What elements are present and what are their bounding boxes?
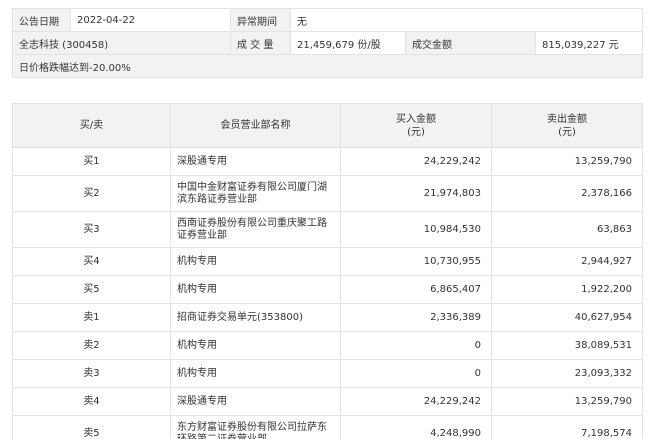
row-sell-amount: 2,944,927 [491,247,643,276]
table-row: 卖1 招商证券交易单元(353800) 2,336,389 40,627,954 [12,303,643,332]
date-label: 公告日期 [12,8,71,32]
row-side: 卖5 [12,415,171,439]
header-buy: 买入金额 (元) [340,103,492,148]
row-side: 买2 [12,175,171,212]
date-value: 2022-04-22 [70,8,231,32]
row-sell-amount: 38,089,531 [491,331,643,360]
row-broker-name: 深股通专用 [170,147,341,176]
header-buy-unit: (元) [407,126,425,138]
row-side: 买1 [12,147,171,176]
row-broker-name: 机构专用 [170,331,341,360]
row-sell-amount: 40,627,954 [491,303,643,332]
table-row: 买5 机构专用 6,865,407 1,922,200 [12,275,643,304]
table-row: 卖2 机构专用 0 38,089,531 [12,331,643,360]
header-sell: 卖出金额 (元) [491,103,643,148]
row-side: 卖3 [12,359,171,388]
announcement-info-table: 公告日期 2022-04-22 异常期间 无 全志科技 (300458) 成 交… [11,8,644,78]
row-side: 买5 [12,275,171,304]
header-name: 会员营业部名称 [170,103,341,148]
row-side: 卖1 [12,303,171,332]
row-broker-name: 机构专用 [170,247,341,276]
row-buy-amount: 24,229,242 [340,387,492,416]
table-row: 买2 中国中金财富证券有限公司厦门湖滨东路证券营业部 21,974,803 2,… [12,175,643,212]
row-broker-name: 机构专用 [170,275,341,304]
row-buy-amount: 2,336,389 [340,303,492,332]
table-header-row: 买/卖 会员营业部名称 买入金额 (元) 卖出金额 (元) [12,103,643,148]
amount-label: 成交金额 [405,31,536,55]
row-sell-amount: 13,259,790 [491,147,643,176]
header-sell-unit: (元) [558,126,576,138]
info-row-stock: 全志科技 (300458) 成 交 量 21,459,679 份/股 成交金额 … [12,31,644,55]
table-row: 买4 机构专用 10,730,955 2,944,927 [12,247,643,276]
table-row: 卖4 深股通专用 24,229,242 13,259,790 [12,387,643,416]
row-buy-amount: 10,984,530 [340,211,492,248]
period-label: 异常期间 [230,8,291,32]
table-row: 卖3 机构专用 0 23,093,332 [12,359,643,388]
row-buy-amount: 24,229,242 [340,147,492,176]
row-broker-name: 机构专用 [170,359,341,388]
row-side: 买3 [12,211,171,248]
row-sell-amount: 23,093,332 [491,359,643,388]
row-buy-amount: 4,248,990 [340,415,492,439]
stock-name: 全志科技 (300458) [12,31,231,55]
row-buy-amount: 0 [340,331,492,360]
header-buy-title: 买入金额 [396,113,436,125]
row-buy-amount: 10,730,955 [340,247,492,276]
row-sell-amount: 13,259,790 [491,387,643,416]
header-side: 买/卖 [12,103,171,148]
amount-value: 815,039,227 元 [534,31,644,55]
row-broker-name: 深股通专用 [170,387,341,416]
row-side: 卖2 [12,331,171,360]
row-broker-name: 招商证券交易单元(353800) [170,303,341,332]
table-row: 买1 深股通专用 24,229,242 13,259,790 [12,147,643,176]
row-buy-amount: 0 [340,359,492,388]
row-broker-name: 中国中金财富证券有限公司厦门湖滨东路证券营业部 [170,175,341,212]
row-side: 买4 [12,247,171,276]
row-broker-name: 东方财富证券股份有限公司拉萨东环路第二证券营业部 [170,415,341,439]
header-sell-title: 卖出金额 [547,113,587,125]
table-row: 卖5 东方财富证券股份有限公司拉萨东环路第二证券营业部 4,248,990 7,… [12,415,643,439]
row-sell-amount: 1,922,200 [491,275,643,304]
volume-label: 成 交 量 [230,31,291,55]
reason-text: 日价格跌幅达到-20.00% [11,54,644,78]
row-sell-amount: 7,198,574 [491,415,643,439]
trading-seats-table: 买/卖 会员营业部名称 买入金额 (元) 卖出金额 (元) 买1 深股通专用 2… [12,103,643,439]
row-buy-amount: 6,865,407 [340,275,492,304]
row-sell-amount: 2,378,166 [491,175,643,212]
table-row: 买3 西南证券股份有限公司重庆聚工路证券营业部 10,984,530 63,86… [12,211,643,248]
info-row-date: 公告日期 2022-04-22 异常期间 无 [12,8,644,32]
row-side: 卖4 [12,387,171,416]
volume-value: 21,459,679 份/股 [290,31,406,55]
row-sell-amount: 63,863 [491,211,643,248]
info-row-reason: 日价格跌幅达到-20.00% [11,54,644,78]
row-buy-amount: 21,974,803 [340,175,492,212]
period-value: 无 [289,8,644,32]
row-broker-name: 西南证券股份有限公司重庆聚工路证券营业部 [170,211,341,248]
